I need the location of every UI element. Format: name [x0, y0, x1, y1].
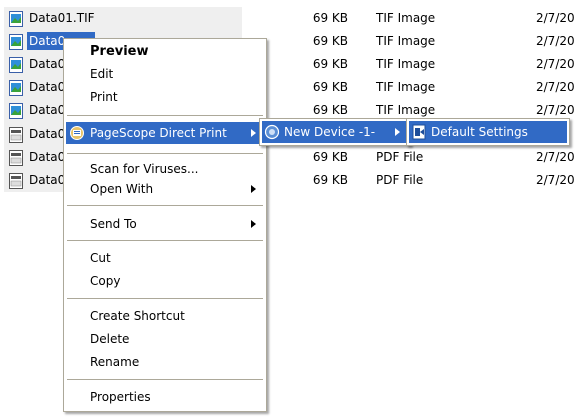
menu-separator [67, 298, 263, 299]
tif-file-icon [9, 57, 23, 73]
file-date: 2/7/20 [536, 57, 575, 71]
file-type: TIF Image [376, 103, 436, 117]
menu-item-cut[interactable]: Cut [66, 248, 264, 268]
file-size: 69 KB [312, 173, 348, 187]
file-type: PDF File [376, 150, 424, 164]
file-size: 69 KB [312, 57, 348, 71]
file-name: Data0 [29, 103, 66, 117]
menu-item-create-shortcut[interactable]: Create Shortcut [66, 306, 264, 326]
file-name: Data0 [29, 150, 66, 164]
file-name: Data0 [29, 173, 66, 187]
menu-separator [67, 153, 263, 154]
chevron-right-icon [395, 128, 400, 136]
menu-item-edit[interactable]: Edit [66, 64, 264, 84]
pdf-file-icon [9, 150, 23, 166]
file-type: TIF Image [376, 80, 436, 94]
file-name: Data0 [29, 127, 66, 141]
menu-item-preview[interactable]: Preview [66, 41, 264, 61]
tif-file-icon [9, 11, 23, 27]
menu-item-print[interactable]: Print [66, 87, 264, 107]
menu-item-open-with[interactable]: Open With [66, 179, 264, 199]
file-date: 2/7/20 [536, 173, 575, 187]
file-type: TIF Image [376, 57, 436, 71]
chevron-right-icon [251, 185, 256, 193]
menu-item-copy[interactable]: Copy [66, 271, 264, 291]
file-name: Data01.TIF [29, 11, 95, 25]
pagescope-icon [69, 125, 85, 141]
file-row[interactable]: Data01.TIF 69 KB TIF Image 2/7/20 [0, 8, 583, 30]
menu-separator [67, 240, 263, 241]
file-date: 2/7/20 [536, 80, 575, 94]
printer-device-icon [264, 124, 280, 140]
file-size: 69 KB [312, 34, 348, 48]
menu-item-delete[interactable]: Delete [66, 329, 264, 349]
file-type: PDF File [376, 173, 424, 187]
menu-item-properties[interactable]: Properties [66, 387, 264, 407]
file-date: 2/7/20 [536, 34, 575, 48]
context-menu: Preview Edit Print PageScope Direct Prin… [63, 38, 267, 412]
menu-item-scan-for-viruses[interactable]: Scan for Viruses... [66, 159, 264, 179]
chevron-right-icon [251, 129, 256, 137]
menu-item-default-settings[interactable]: Default Settings [409, 121, 567, 143]
file-type: TIF Image [376, 11, 436, 25]
menu-item-pagescope-direct-print[interactable]: PageScope Direct Print [66, 122, 264, 144]
new-device-submenu: Default Settings [406, 118, 570, 146]
file-date: 2/7/20 [536, 11, 575, 25]
file-name: Data0 [29, 80, 66, 94]
file-date: 2/7/20 [536, 150, 575, 164]
settings-document-icon [411, 124, 427, 140]
menu-separator [67, 379, 263, 380]
pagescope-submenu: New Device -1- [259, 118, 411, 146]
file-size: 69 KB [312, 103, 348, 117]
menu-separator [67, 205, 263, 206]
pdf-file-icon [9, 127, 23, 143]
file-size: 69 KB [312, 11, 348, 25]
menu-item-send-to[interactable]: Send To [66, 214, 264, 234]
menu-item-new-device[interactable]: New Device -1- [262, 121, 408, 143]
file-name: Data0 [29, 57, 66, 71]
file-size: 69 KB [312, 80, 348, 94]
menu-item-rename[interactable]: Rename [66, 352, 264, 372]
pdf-file-icon [9, 173, 23, 189]
menu-separator [67, 115, 263, 116]
file-type: TIF Image [376, 34, 436, 48]
tif-file-icon [9, 34, 23, 50]
tif-file-icon [9, 103, 23, 119]
file-size: 69 KB [312, 150, 348, 164]
tif-file-icon [9, 80, 23, 96]
chevron-right-icon [251, 220, 256, 228]
file-date: 2/7/20 [536, 103, 575, 117]
